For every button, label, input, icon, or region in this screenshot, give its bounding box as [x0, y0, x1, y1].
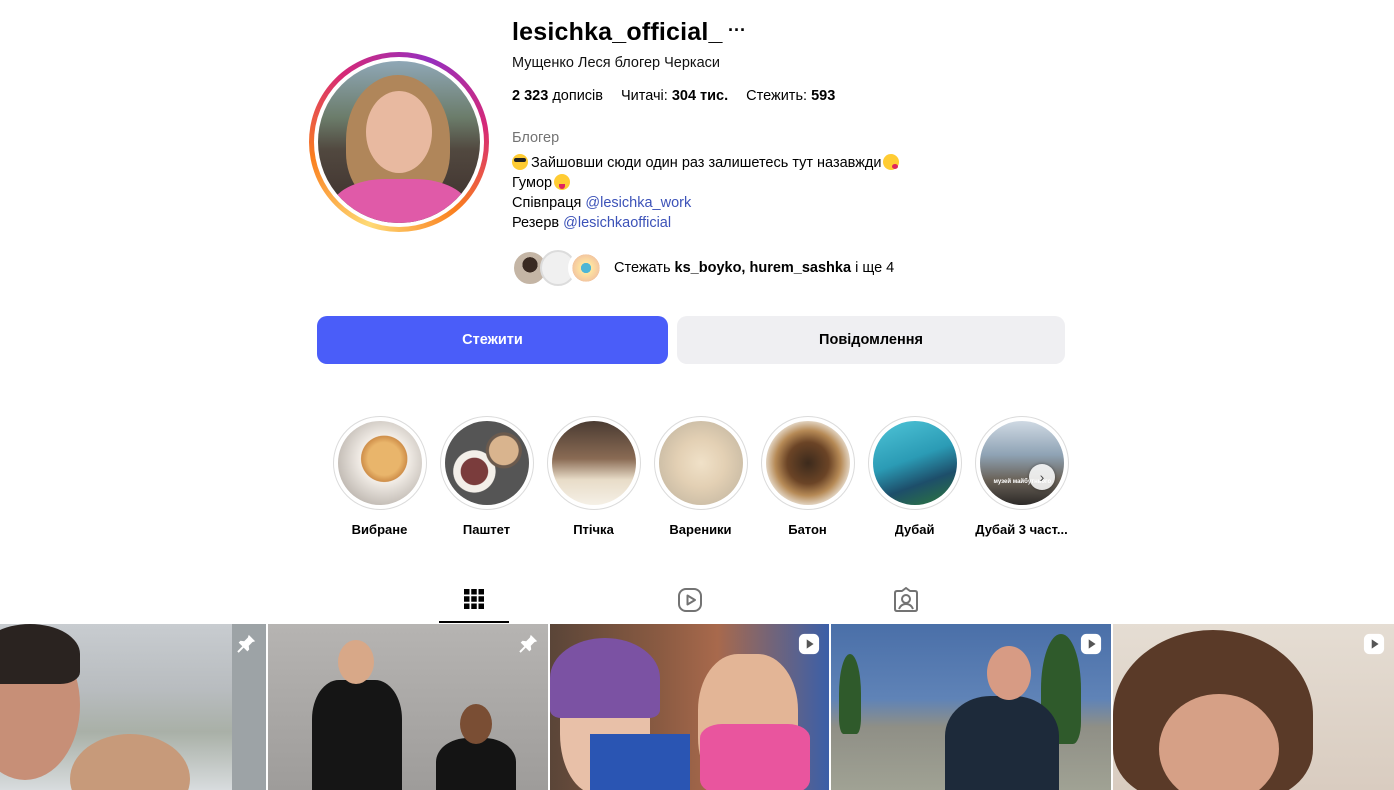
highlights-next-arrow-icon[interactable]: › — [1029, 464, 1055, 490]
highlight-ring: музей майбутнього — [974, 416, 1069, 510]
reel-icon — [1363, 633, 1385, 655]
avatar-frame — [314, 57, 484, 227]
reels-icon — [678, 587, 702, 612]
highlight-label: Паштет — [462, 522, 511, 537]
highlight-cover — [872, 421, 957, 505]
avatar-photo — [318, 61, 480, 223]
follow-button[interactable]: Стежити — [317, 316, 668, 364]
highlight-item[interactable]: Птічка — [540, 416, 647, 537]
post-tile[interactable] — [1113, 624, 1394, 790]
post-tile[interactable] — [268, 624, 548, 790]
highlight-item[interactable]: Вибране — [326, 416, 433, 537]
highlight-item[interactable]: Дубай — [861, 416, 968, 537]
highlight-label: Дубай 3 част... — [975, 522, 1068, 537]
pin-icon — [237, 634, 256, 653]
bio-link-lesichka-work[interactable]: @lesichka_work — [585, 195, 691, 211]
highlight-item[interactable]: музей майбутнього Дубай 3 част... — [968, 416, 1075, 537]
follower-avatar — [568, 250, 604, 286]
profile-full-name: Мущенко Леся блогер Черкаси — [512, 55, 720, 71]
highlight-item[interactable]: Паштет — [433, 416, 540, 537]
post-tile[interactable] — [550, 624, 829, 790]
followed-by-text: Стежать ks_boyko, hurem_sashka і ще 4 — [614, 260, 895, 276]
kiss-face-emoji-icon — [883, 154, 900, 170]
post-tile[interactable] — [0, 624, 266, 790]
profile-bio: Зайшовши сюди один раз залишетесь тут на… — [512, 153, 900, 233]
highlight-cover — [765, 421, 850, 505]
highlight-label: Вибране — [351, 522, 408, 537]
highlight-ring — [867, 416, 962, 510]
reel-icon — [1080, 633, 1102, 655]
highlight-cover: музей майбутнього — [979, 421, 1064, 505]
posts-count: 2 323 дописів — [512, 88, 603, 104]
more-options-icon[interactable]: ··· — [728, 20, 746, 41]
highlight-cover — [658, 421, 743, 505]
zany-face-emoji-icon — [554, 174, 571, 190]
profile-avatar[interactable] — [309, 52, 489, 232]
profile-username: lesichka_official_ — [512, 18, 723, 46]
highlight-ring — [332, 416, 427, 510]
bio-line-3: Співпраця @lesichka_work — [512, 195, 692, 211]
highlight-cover — [444, 421, 529, 505]
followers-count[interactable]: Читачі: 304 тис. — [621, 88, 728, 104]
followed-by[interactable]: Стежать ks_boyko, hurem_sashka і ще 4 — [512, 250, 894, 286]
profile-stats: 2 323 дописів Читачі: 304 тис. Стежить: … — [512, 88, 835, 104]
highlight-label: Вареники — [669, 522, 732, 537]
bio-line-1: Зайшовши сюди один раз залишетесь тут на… — [512, 153, 900, 173]
cool-face-emoji-icon — [512, 154, 528, 170]
highlight-ring — [546, 416, 641, 510]
bio-link-lesichkaofficial[interactable]: @lesichkaofficial — [563, 215, 671, 231]
tab-posts[interactable] — [439, 576, 509, 623]
posts-grid — [0, 624, 1394, 790]
bio-line-4: Резерв @lesichkaofficial — [512, 215, 672, 231]
highlight-item[interactable]: Батон — [754, 416, 861, 537]
profile-category: Блогер — [512, 130, 560, 146]
profile-tabs — [0, 576, 1394, 624]
highlight-ring — [760, 416, 855, 510]
bio-line-2: Гумор — [512, 173, 899, 193]
post-tile[interactable] — [831, 624, 1111, 790]
highlight-cover — [551, 421, 636, 505]
highlight-label: Дубай — [894, 522, 935, 537]
tab-reels[interactable] — [655, 576, 725, 623]
story-highlights: Вибране Паштет Птічка Вареники Батон Дуб… — [326, 416, 1075, 537]
reel-icon — [798, 633, 820, 655]
following-count[interactable]: Стежить: 593 — [746, 88, 835, 104]
pin-icon — [519, 634, 538, 653]
highlight-ring — [653, 416, 748, 510]
tagged-icon — [894, 586, 918, 612]
message-button[interactable]: Повідомлення — [677, 316, 1065, 364]
highlight-label: Птічка — [573, 522, 614, 537]
grid-icon — [464, 588, 484, 609]
tab-tagged[interactable] — [871, 576, 941, 623]
highlight-label: Батон — [788, 522, 827, 537]
highlight-item[interactable]: Вареники — [647, 416, 754, 537]
highlight-ring — [439, 416, 534, 510]
highlight-cover — [337, 421, 422, 505]
